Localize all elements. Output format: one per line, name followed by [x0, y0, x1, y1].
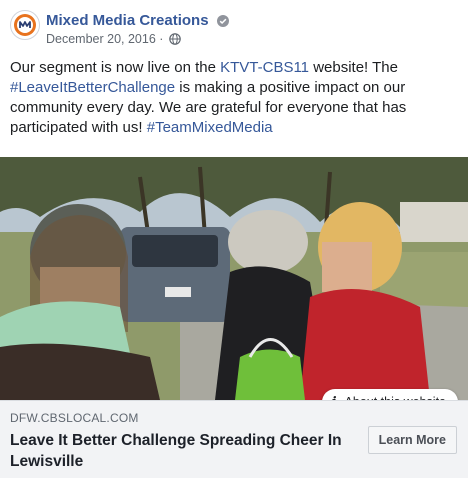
post-line-4: participated with us! #TeamMixedMedia	[10, 118, 460, 138]
post-line-3: community every day. We are grateful for…	[10, 99, 407, 116]
page-name-link[interactable]: Mixed Media Creations	[46, 12, 229, 29]
page-name[interactable]: Mixed Media Creations	[46, 12, 209, 29]
facebook-post: Mixed Media Creations December 20, 2016 …	[0, 0, 468, 478]
ktvt-link[interactable]: KTVT-CBS11	[220, 59, 309, 76]
post-text-segment: website! The	[309, 59, 398, 76]
post-line-1: Our segment is now live on the KTVT-CBS1…	[10, 58, 460, 78]
learn-more-button[interactable]: Learn More	[367, 426, 457, 454]
link-preview-image[interactable]	[0, 157, 468, 400]
globe-icon[interactable]	[169, 33, 181, 45]
page-avatar[interactable]	[10, 10, 40, 40]
post-text-segment: participated with us!	[10, 119, 147, 136]
verified-badge-icon	[216, 15, 229, 27]
mixed-media-logo-icon	[14, 14, 36, 36]
news-photo-illustration	[0, 157, 468, 400]
hashtag-leaveitbetter[interactable]: #LeaveItBetterChallenge	[10, 79, 175, 96]
post-timestamp[interactable]: December 20, 2016	[46, 32, 156, 46]
post-meta: December 20, 2016 ·	[46, 32, 181, 46]
link-headline[interactable]: Leave It Better Challenge Spreading Chee…	[10, 430, 350, 472]
hashtag-teammixedmedia[interactable]: #TeamMixedMedia	[147, 119, 273, 136]
post-message: Our segment is now live on the KTVT-CBS1…	[10, 58, 460, 138]
link-domain: DFW.CBSLOCAL.COM	[10, 411, 139, 425]
link-preview-card[interactable]: DFW.CBSLOCAL.COM Leave It Better Challen…	[0, 400, 468, 478]
meta-separator: ·	[155, 32, 167, 46]
post-line-2: #LeaveItBetterChallenge is making a posi…	[10, 78, 460, 98]
post-text-segment: is making a positive impact on our	[175, 79, 406, 96]
post-text-segment: Our segment is now live on the	[10, 59, 221, 76]
